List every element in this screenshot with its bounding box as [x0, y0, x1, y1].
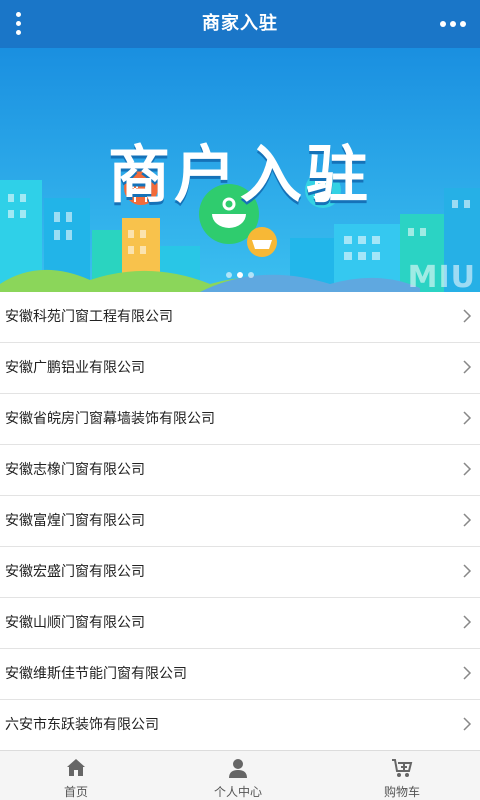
horizontal-dots-icon[interactable] — [440, 8, 470, 40]
chevron-right-icon — [463, 309, 472, 323]
chevron-right-icon — [463, 411, 472, 425]
banner-watermark: MIU — [407, 260, 476, 292]
home-icon — [67, 759, 85, 776]
top-bar: 商家入驻 — [0, 0, 480, 48]
chevron-right-icon — [463, 717, 472, 731]
list-item[interactable]: 安徽维斯佳节能门窗有限公司 — [0, 649, 480, 700]
list-item[interactable]: 安徽省皖房门窗幕墙装饰有限公司 — [0, 394, 480, 445]
carousel-dot[interactable] — [248, 272, 254, 278]
company-name: 安徽科苑门窗工程有限公司 — [5, 309, 173, 325]
company-name: 安徽宏盛门窗有限公司 — [5, 564, 145, 580]
list-item[interactable]: 安徽志橡门窗有限公司 — [0, 445, 480, 496]
chevron-right-icon — [463, 462, 472, 476]
nav-profile-label: 个人中心 — [213, 785, 262, 799]
list-item[interactable]: 安徽富煌门窗有限公司 — [0, 496, 480, 547]
carousel-dot[interactable] — [226, 272, 232, 278]
page-title: 商家入驻 — [202, 13, 278, 34]
company-name: 安徽志橡门窗有限公司 — [5, 462, 145, 478]
bottom-nav: 首页 个人中心 购物车 — [0, 750, 480, 800]
company-name: 安徽富煌门窗有限公司 — [5, 513, 145, 529]
chevron-right-icon — [463, 513, 472, 527]
list-item[interactable]: 六安市东跃装饰有限公司 — [0, 700, 480, 750]
nav-cart[interactable]: 购物车 — [342, 751, 462, 800]
basket-icon — [247, 227, 277, 257]
chevron-right-icon — [463, 666, 472, 680]
company-name: 安徽广鹏铝业有限公司 — [5, 360, 145, 376]
company-name: 安徽山顺门窗有限公司 — [5, 615, 145, 631]
user-icon — [229, 759, 247, 778]
banner-title: 商户入驻 — [107, 138, 372, 211]
company-name: 安徽省皖房门窗幕墙装饰有限公司 — [5, 411, 215, 427]
nav-home[interactable]: 首页 — [16, 751, 136, 800]
company-name: 安徽维斯佳节能门窗有限公司 — [5, 666, 187, 682]
nav-home-label: 首页 — [63, 785, 88, 799]
app-screen: 商家入驻 商户入驻 MIU 安徽科苑门窗工程有限公司 安徽广鹏铝业有限公司 安徽… — [0, 0, 480, 800]
chevron-right-icon — [463, 564, 472, 578]
nav-cart-label: 购物车 — [383, 785, 420, 799]
banner-carousel[interactable]: 商户入驻 MIU — [0, 48, 480, 292]
company-list: 安徽科苑门窗工程有限公司 安徽广鹏铝业有限公司 安徽省皖房门窗幕墙装饰有限公司 … — [0, 292, 480, 750]
list-item[interactable]: 安徽宏盛门窗有限公司 — [0, 547, 480, 598]
carousel-dot-active[interactable] — [237, 272, 243, 278]
list-item[interactable]: 安徽山顺门窗有限公司 — [0, 598, 480, 649]
list-item[interactable]: 安徽科苑门窗工程有限公司 — [0, 292, 480, 343]
chevron-right-icon — [463, 615, 472, 629]
nav-profile[interactable]: 个人中心 — [178, 751, 298, 800]
cart-icon — [392, 759, 413, 777]
chevron-right-icon — [463, 360, 472, 374]
list-item[interactable]: 安徽广鹏铝业有限公司 — [0, 343, 480, 394]
company-name: 六安市东跃装饰有限公司 — [5, 717, 159, 733]
